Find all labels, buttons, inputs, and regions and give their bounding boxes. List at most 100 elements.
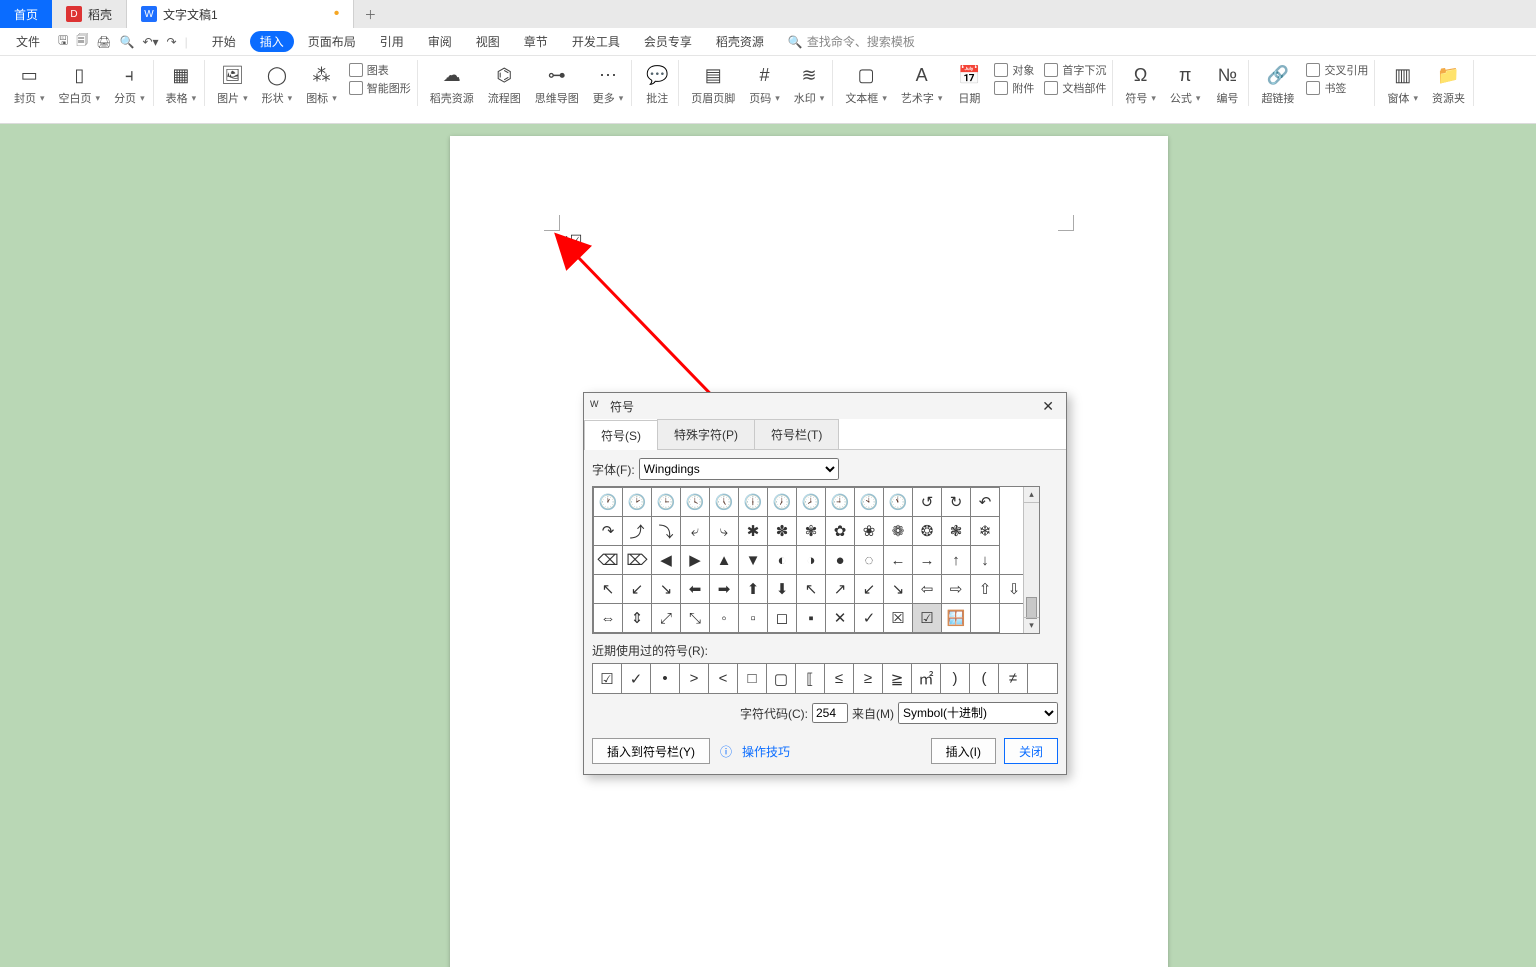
attach-button[interactable]: 附件: [994, 80, 1034, 96]
recent-symbol-cell[interactable]: ▢: [767, 664, 796, 693]
symbol-cell[interactable]: 🪟: [942, 604, 971, 633]
symbol-cell[interactable]: ⇦: [913, 575, 942, 604]
scroll-thumb[interactable]: [1026, 597, 1037, 619]
pagenum-button[interactable]: #页码: [747, 60, 782, 106]
menu-file[interactable]: 文件: [6, 31, 50, 52]
smartart-button[interactable]: 智能图形: [349, 80, 411, 96]
symbol-button[interactable]: Ω符号: [1123, 60, 1158, 106]
symbol-cell[interactable]: ⇨: [942, 575, 971, 604]
add-tab-button[interactable]: ＋: [354, 0, 386, 28]
symbol-cell[interactable]: ⤡: [681, 604, 710, 633]
pagebreak-button[interactable]: ⫞分页: [112, 60, 147, 106]
tab-docker[interactable]: D稻壳: [52, 0, 127, 28]
hyperlink-button[interactable]: 🔗超链接: [1259, 60, 1296, 106]
symbol-cell[interactable]: ↘: [652, 575, 681, 604]
symbol-cell[interactable]: ↺: [913, 488, 942, 517]
headerfooter-button[interactable]: ▤页眉页脚: [689, 60, 737, 106]
symbol-cell[interactable]: ⤢: [652, 604, 681, 633]
symbol-cell[interactable]: ▪: [797, 604, 826, 633]
saveas-icon[interactable]: 🗐: [76, 31, 88, 52]
symbol-cell[interactable]: ▲: [710, 546, 739, 575]
symbol-scrollbar[interactable]: ▴ ▾: [1023, 487, 1039, 633]
menu-layout[interactable]: 页面布局: [298, 31, 366, 52]
preview-icon[interactable]: 🔍: [119, 35, 134, 49]
comment-button[interactable]: 💬批注: [642, 60, 672, 106]
table-button[interactable]: ▦表格: [164, 60, 199, 106]
symbol-cell[interactable]: 🕙: [855, 488, 884, 517]
symbol-cell[interactable]: ↙: [623, 575, 652, 604]
menu-ref[interactable]: 引用: [370, 31, 414, 52]
save-icon[interactable]: 🖫: [58, 31, 68, 52]
symbol-cell[interactable]: ☒: [884, 604, 913, 633]
symbol-cell[interactable]: ✾: [797, 517, 826, 546]
symbol-cell[interactable]: ▫: [739, 604, 768, 633]
command-search[interactable]: 🔍 查找命令、搜索模板: [788, 33, 915, 50]
symbol-cell[interactable]: ⤶: [681, 517, 710, 546]
redo-icon[interactable]: ↷: [167, 35, 177, 49]
symbol-cell[interactable]: ↖: [594, 575, 623, 604]
symbol-cell[interactable]: 🕖: [768, 488, 797, 517]
symbol-cell[interactable]: 🕗: [797, 488, 826, 517]
recent-symbol-cell[interactable]: >: [680, 664, 709, 693]
number-button[interactable]: №编号: [1212, 60, 1242, 106]
recent-symbol-cell[interactable]: •: [651, 664, 680, 693]
symbol-cell[interactable]: ↙: [855, 575, 884, 604]
symbol-cell[interactable]: ↻: [942, 488, 971, 517]
recent-symbol-cell[interactable]: (: [970, 664, 999, 693]
symbol-cell[interactable]: 🕘: [826, 488, 855, 517]
menu-dev[interactable]: 开发工具: [562, 31, 630, 52]
symbol-cell[interactable]: ⇔: [594, 604, 623, 633]
tips-link[interactable]: 操作技巧: [742, 743, 790, 760]
symbol-cell[interactable]: ◑: [797, 546, 826, 575]
print-icon[interactable]: 🖨: [96, 35, 111, 49]
undo-icon[interactable]: ↶▾: [142, 35, 158, 49]
symbol-cell[interactable]: ⇕: [623, 604, 652, 633]
symbol-cell[interactable]: ➡: [710, 575, 739, 604]
recent-symbol-cell[interactable]: ≤: [825, 664, 854, 693]
recent-symbol-cell[interactable]: ≥: [854, 664, 883, 693]
recent-symbol-cell[interactable]: ⟦: [796, 664, 825, 693]
symbol-cell[interactable]: ☑: [913, 604, 942, 633]
recent-symbol-cell[interactable]: ㎡: [912, 664, 941, 693]
insert-button[interactable]: 插入(I): [931, 738, 996, 764]
xref-button[interactable]: 交叉引用: [1306, 62, 1368, 78]
menu-section[interactable]: 章节: [514, 31, 558, 52]
symbol-cell[interactable]: 🕓: [681, 488, 710, 517]
more-button[interactable]: ⋯更多: [591, 60, 626, 106]
symbol-cell[interactable]: ❃: [942, 517, 971, 546]
symbol-cell[interactable]: ↖: [797, 575, 826, 604]
menu-vip[interactable]: 会员专享: [634, 31, 702, 52]
symbol-cell[interactable]: 🕐: [594, 488, 623, 517]
symbol-cell[interactable]: ❄: [971, 517, 1000, 546]
symbol-cell[interactable]: ↗: [826, 575, 855, 604]
symbol-cell[interactable]: ◦: [710, 604, 739, 633]
tab-special[interactable]: 特殊字符(P): [657, 419, 755, 449]
recent-symbol-cell[interactable]: ≧: [883, 664, 912, 693]
symbol-cell[interactable]: ✿: [826, 517, 855, 546]
symbol-cell[interactable]: ⤵: [652, 517, 681, 546]
symbol-cell[interactable]: ⬇: [768, 575, 797, 604]
charcode-input[interactable]: [812, 703, 848, 723]
symbol-cell[interactable]: ↘: [884, 575, 913, 604]
recent-symbol-cell[interactable]: ✓: [622, 664, 651, 693]
symbol-cell[interactable]: ⤴: [623, 517, 652, 546]
scroll-down-icon[interactable]: ▾: [1024, 617, 1039, 633]
watermark-button[interactable]: ≋水印: [792, 60, 827, 106]
recent-symbol-cell[interactable]: ≠: [999, 664, 1028, 693]
dockerres-button[interactable]: ☁稻壳资源: [428, 60, 476, 106]
date-button[interactable]: 📅日期: [954, 60, 984, 106]
pane-button[interactable]: ▥窗体: [1385, 60, 1420, 106]
symbol-cell[interactable]: ✕: [826, 604, 855, 633]
symbol-cell[interactable]: 🕚: [884, 488, 913, 517]
tab-symbolbar[interactable]: 符号栏(T): [754, 419, 839, 449]
scroll-up-icon[interactable]: ▴: [1024, 487, 1039, 503]
recent-symbol-cell[interactable]: ☑: [593, 664, 622, 693]
font-select[interactable]: Wingdings: [639, 458, 839, 480]
symbol-cell[interactable]: ●: [826, 546, 855, 575]
from-select[interactable]: Symbol(十进制): [898, 702, 1058, 724]
symbol-cell[interactable]: ◌: [855, 546, 884, 575]
menu-start[interactable]: 开始: [202, 31, 246, 52]
symbol-cell[interactable]: ✓: [855, 604, 884, 633]
cover-button[interactable]: ▭封页: [12, 60, 47, 106]
tab-home[interactable]: 首页: [0, 0, 52, 28]
